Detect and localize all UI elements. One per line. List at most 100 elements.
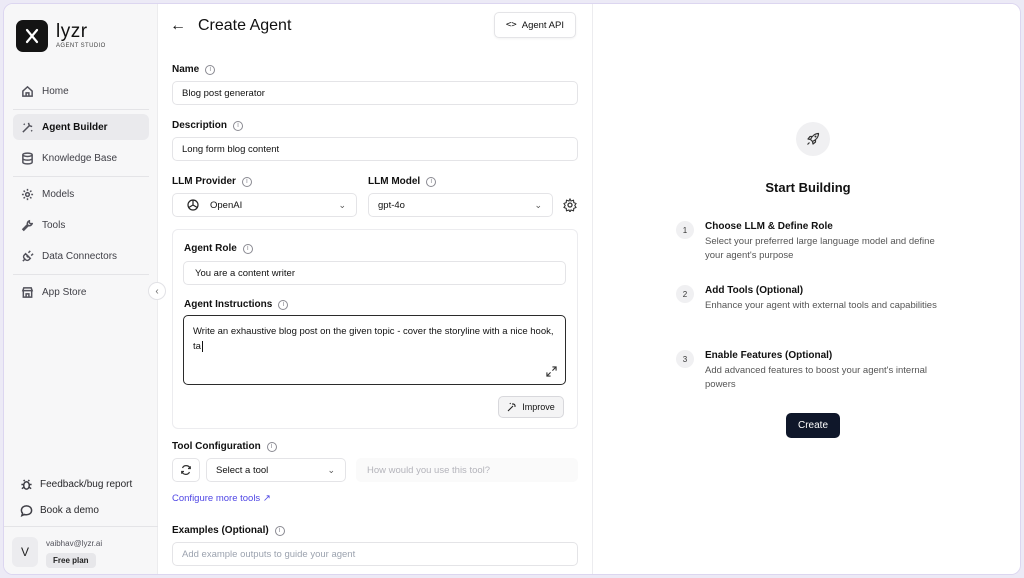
- chevron-left-icon: ‹: [155, 285, 159, 297]
- description-label-text: Description: [172, 120, 228, 131]
- info-icon[interactable]: i: [274, 525, 285, 536]
- sidebar-item-data-connectors[interactable]: Data Connectors: [13, 243, 149, 269]
- sidebar-item-knowledge-base[interactable]: Knowledge Base: [13, 145, 149, 171]
- info-icon[interactable]: i: [242, 243, 253, 254]
- sidebar-nav: Home Agent Builder Knowledge Base Models…: [13, 78, 149, 310]
- sidebar-item-label: Agent Builder: [42, 121, 108, 133]
- book-demo-label: Book a demo: [40, 504, 99, 516]
- llm-provider-select[interactable]: OpenAI ⌄: [172, 193, 357, 217]
- agent-role-input[interactable]: You are a content writer: [183, 261, 566, 285]
- sidebar-item-agent-builder[interactable]: Agent Builder: [13, 114, 149, 140]
- agent-api-button[interactable]: <> Agent API: [493, 12, 576, 38]
- code-icon: <>: [505, 20, 517, 30]
- sidebar: lyzr AGENT STUDIO Home Agent Builder Kno…: [4, 4, 158, 574]
- gear-icon[interactable]: [563, 198, 577, 212]
- chevron-down-icon: ⌄: [338, 199, 346, 210]
- tool-usage-input[interactable]: How would you use this tool?: [356, 458, 578, 482]
- name-label: Name i: [172, 64, 216, 75]
- rocket-icon: [796, 122, 830, 156]
- create-button[interactable]: Create: [786, 413, 840, 438]
- database-icon: [22, 151, 33, 165]
- logo[interactable]: lyzr AGENT STUDIO: [16, 20, 106, 52]
- agent-builder-icon: [22, 122, 33, 133]
- step-number: 2: [676, 285, 694, 303]
- agent-instructions-label: Agent Instructions i: [184, 299, 289, 310]
- book-demo-link[interactable]: Book a demo: [20, 498, 150, 522]
- refresh-tools-button[interactable]: [172, 458, 200, 482]
- step-description: Enhance your agent with external tools a…: [705, 300, 937, 311]
- models-icon: [21, 188, 34, 200]
- step-title: Choose LLM & Define Role: [705, 221, 833, 232]
- store-icon: [21, 286, 34, 298]
- sidebar-item-tools[interactable]: Tools: [13, 212, 149, 238]
- name-label-text: Name: [172, 64, 200, 75]
- user-profile[interactable]: V vaibhav@lyzr.ai Free plan: [12, 537, 102, 568]
- info-icon[interactable]: i: [233, 120, 244, 131]
- llm-provider-label: LLM Provider i: [172, 176, 252, 187]
- nav-divider: [13, 109, 149, 110]
- feedback-label: Feedback/bug report: [40, 478, 133, 490]
- name-input[interactable]: Blog post generator: [172, 81, 578, 105]
- home-icon: [22, 85, 33, 97]
- openai-icon: [187, 199, 199, 211]
- llm-model-label: LLM Model i: [368, 176, 437, 187]
- sidebar-item-models[interactable]: Models: [13, 181, 149, 207]
- refresh-icon: [181, 465, 191, 475]
- sidebar-item-label: App Store: [42, 286, 87, 298]
- nav-divider: [13, 274, 149, 275]
- chevron-down-icon: ⌄: [327, 464, 335, 475]
- chevron-down-icon: ⌄: [534, 199, 542, 210]
- description-input[interactable]: Long form blog content: [172, 137, 578, 161]
- step-number: 1: [676, 221, 694, 239]
- improve-button[interactable]: Improve: [498, 396, 564, 418]
- start-building-title: Start Building: [765, 180, 851, 195]
- configure-more-tools-link[interactable]: Configure more tools ↗: [172, 493, 271, 504]
- info-icon[interactable]: i: [278, 299, 289, 310]
- info-icon[interactable]: i: [241, 176, 252, 187]
- info-icon[interactable]: i: [205, 64, 216, 75]
- expand-icon[interactable]: [546, 366, 557, 377]
- llm-model-select[interactable]: gpt-4o ⌄: [368, 193, 553, 217]
- sidebar-item-label: Home: [42, 85, 69, 97]
- info-icon[interactable]: i: [266, 441, 277, 452]
- llm-model-label-text: LLM Model: [368, 176, 421, 187]
- user-email: vaibhav@lyzr.ai: [46, 539, 103, 548]
- llm-model-value: gpt-4o: [378, 199, 405, 211]
- examples-label-text: Examples (Optional): [172, 525, 269, 536]
- nav-divider: [13, 176, 149, 177]
- info-icon[interactable]: i: [426, 176, 437, 187]
- sidebar-item-label: Models: [42, 188, 75, 200]
- agent-api-label: Agent API: [521, 19, 564, 31]
- brand-subtitle: AGENT STUDIO: [56, 43, 106, 49]
- avatar: V: [12, 537, 38, 567]
- collapse-sidebar-button[interactable]: ‹: [148, 282, 166, 300]
- brand-name: lyzr: [56, 21, 88, 42]
- back-arrow-icon[interactable]: ←: [170, 17, 186, 35]
- sidebar-item-app-store[interactable]: App Store: [13, 279, 149, 305]
- examples-input[interactable]: Add example outputs to guide your agent: [172, 542, 578, 566]
- tool-select[interactable]: Select a tool ⌄: [206, 458, 346, 482]
- step-description: Add advanced features to boost your agen…: [705, 365, 928, 390]
- page-title: Create Agent: [198, 17, 292, 34]
- llm-provider-value: OpenAI: [210, 199, 243, 211]
- page-header: ← Create Agent <> Agent API: [170, 12, 580, 40]
- plug-icon: [22, 249, 34, 262]
- examples-label: Examples (Optional) i: [172, 525, 285, 536]
- sidebar-item-home[interactable]: Home: [13, 78, 149, 104]
- feedback-link[interactable]: Feedback/bug report: [20, 472, 150, 496]
- tool-configuration-label: Tool Configuration i: [172, 441, 277, 452]
- chat-icon: [20, 504, 33, 517]
- bug-icon: [21, 478, 32, 490]
- step-title: Enable Features (Optional): [705, 350, 833, 361]
- tool-configuration-label-text: Tool Configuration: [172, 441, 261, 452]
- agent-role-label: Agent Role i: [184, 243, 253, 254]
- user-divider: [4, 526, 158, 527]
- agent-instructions-textarea[interactable]: Write an exhaustive blog post on the giv…: [183, 315, 566, 385]
- step-number: 3: [676, 350, 694, 368]
- improve-label: Improve: [522, 402, 555, 412]
- step-title: Add Tools (Optional): [705, 285, 804, 296]
- agent-form: ← Create Agent <> Agent API Name i Blog p…: [158, 4, 592, 574]
- agent-instructions-value: Write an exhaustive blog post on the giv…: [193, 326, 554, 352]
- tool-select-value: Select a tool: [216, 464, 269, 476]
- step-description: Select your preferred large language mod…: [705, 236, 935, 261]
